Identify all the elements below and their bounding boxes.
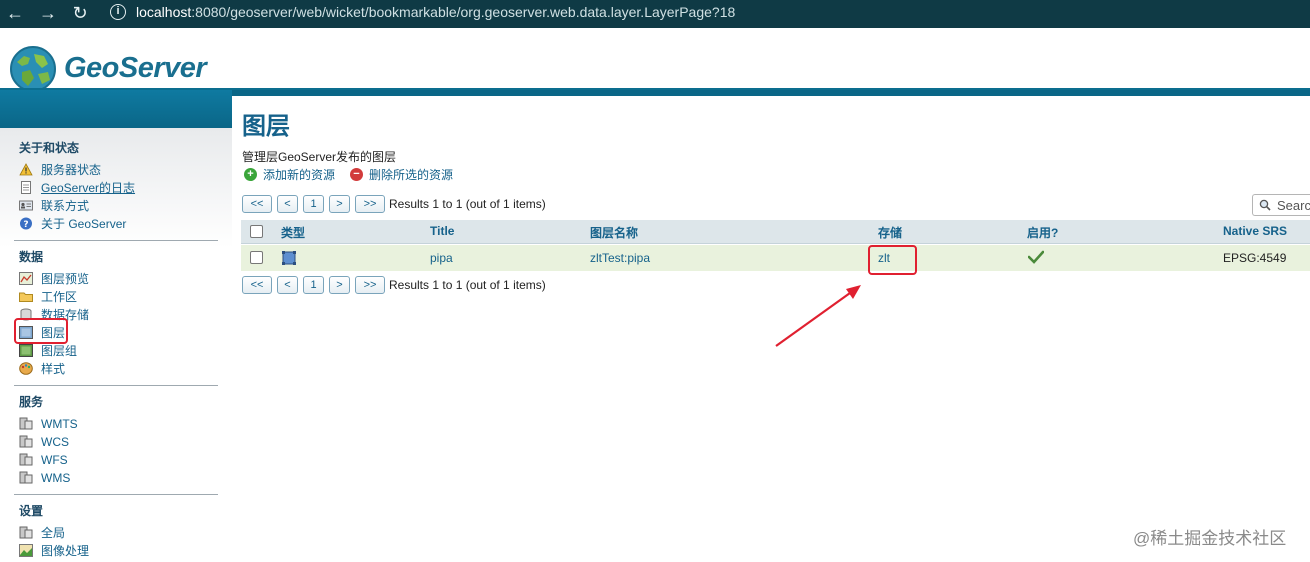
watermark-text: @稀土掘金技术社区 (1133, 529, 1287, 548)
annotation-arrow (775, 285, 861, 347)
